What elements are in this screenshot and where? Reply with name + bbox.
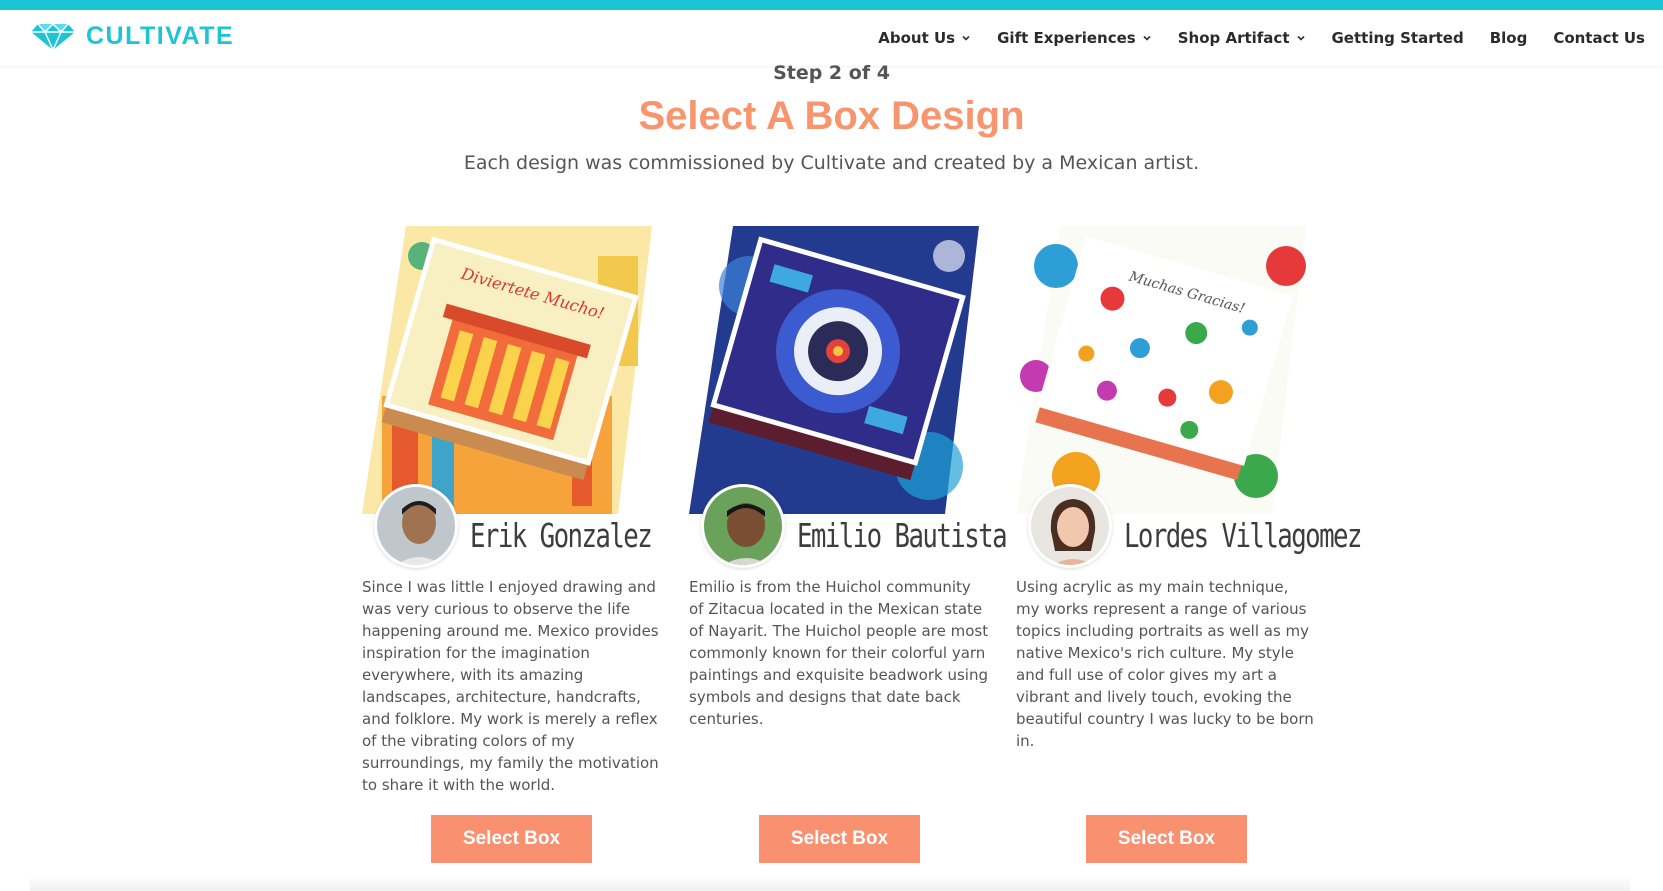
box-design-card: Muchas Gracias! Lordes Villagomez Using …	[1016, 226, 1362, 752]
chevron-down-icon	[1143, 35, 1151, 41]
nav-blog[interactable]: Blog	[1490, 29, 1528, 47]
nav-label: About Us	[878, 29, 956, 47]
box-image-emilio	[689, 226, 979, 514]
box-design-card: Emilio Bautista Emilio is from the Huich…	[689, 226, 1008, 730]
avatar	[1028, 484, 1112, 568]
nav-label: Gift Experiences	[997, 29, 1136, 47]
chevron-down-icon	[1296, 35, 1305, 41]
box-artwork: Muchas Gracias! Lordes Villagomez	[1016, 226, 1362, 568]
box-artwork: Diviertete Mucho! Erik Gonzalez	[362, 226, 662, 568]
chevron-down-icon	[962, 35, 970, 41]
box-image-erik: Diviertete Mucho!	[362, 226, 652, 514]
avatar	[701, 484, 785, 568]
box-artwork: Emilio Bautista	[689, 226, 1008, 568]
select-box-button[interactable]: Select Box	[431, 815, 592, 863]
main-nav: About Us Gift Experiences Shop Artifact …	[852, 10, 1645, 66]
page-title: Select A Box Design	[638, 94, 1025, 138]
artist-portrait	[377, 487, 455, 565]
page-subtitle: Each design was commissioned by Cultivat…	[463, 152, 1200, 174]
artist-name: Erik Gonzalez	[470, 516, 653, 555]
nav-contact-us[interactable]: Contact Us	[1553, 29, 1645, 47]
artist-bio: Emilio is from the Huichol community of …	[689, 578, 989, 728]
avatar	[374, 484, 458, 568]
nav-label: Blog	[1489, 29, 1528, 47]
select-box-button[interactable]: Select Box	[1086, 815, 1247, 863]
logo-link[interactable]: CULTIVATE	[30, 22, 234, 51]
artist-name: Emilio Bautista	[797, 516, 1008, 555]
nav-shop-artifact[interactable]: Shop Artifact	[1178, 29, 1306, 47]
box-design-card: Diviertete Mucho! Erik Gonzalez Since I …	[362, 226, 662, 796]
nav-about-us[interactable]: About Us	[878, 29, 971, 47]
artist-bio: Since I was little I enjoyed drawing and…	[362, 578, 659, 794]
top-accent-bar	[0, 0, 1663, 10]
nav-gift-experiences[interactable]: Gift Experiences	[997, 29, 1152, 47]
nav-label: Getting Started	[1331, 29, 1464, 47]
nav-label: Shop Artifact	[1177, 29, 1290, 47]
artist-name: Lordes Villagomez	[1124, 516, 1362, 555]
logo-text: CULTIVATE	[86, 22, 235, 50]
footer-shadow	[30, 876, 1630, 891]
nav-getting-started[interactable]: Getting Started	[1332, 29, 1464, 47]
artist-portrait	[1031, 487, 1109, 565]
nav-label: Contact Us	[1553, 29, 1645, 47]
diamond-logo-icon	[31, 22, 75, 51]
select-box-button[interactable]: Select Box	[759, 815, 920, 863]
artist-portrait	[704, 487, 782, 565]
site-header: CULTIVATE About Us Gift Experiences Shop…	[0, 10, 1663, 66]
box-image-lordes: Muchas Gracias!	[1016, 226, 1306, 514]
step-indicator: Step 2 of 4	[773, 62, 890, 84]
artist-bio: Using acrylic as my main technique, my w…	[1016, 578, 1314, 750]
